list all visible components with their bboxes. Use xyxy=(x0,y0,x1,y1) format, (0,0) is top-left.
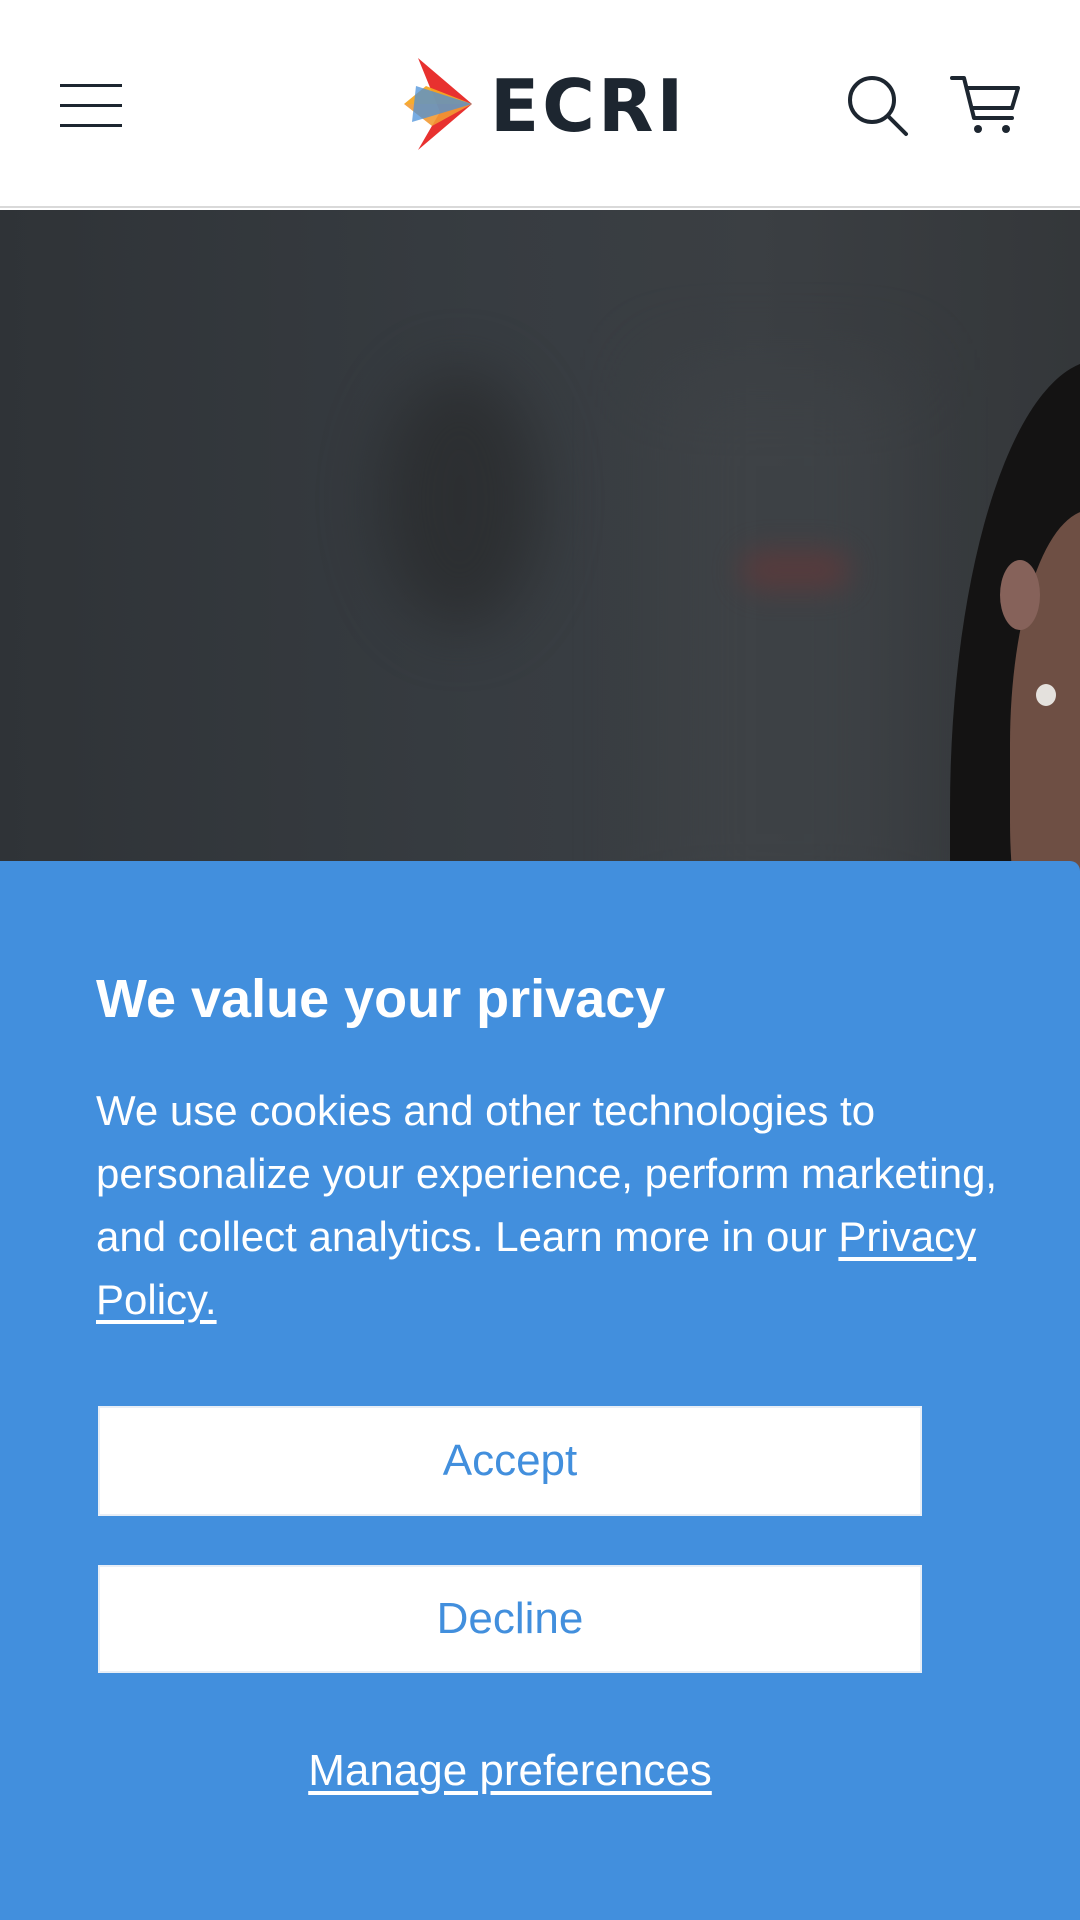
search-icon[interactable] xyxy=(846,74,910,138)
manage-preferences-link[interactable]: Manage preferences xyxy=(0,1741,1020,1801)
ecri-arrow-logo-icon xyxy=(404,58,472,150)
hamburger-menu-icon[interactable] xyxy=(58,82,126,130)
accept-button[interactable]: Accept xyxy=(98,1406,922,1516)
decline-button[interactable]: Decline xyxy=(98,1565,922,1673)
consent-title: We value your privacy xyxy=(96,969,666,1029)
hero-background-blur xyxy=(660,370,900,930)
hero-person-earring xyxy=(1036,684,1056,706)
shopping-cart-icon[interactable] xyxy=(950,74,1022,136)
ecri-logo[interactable]: ECRI xyxy=(402,56,683,152)
hero-person-ear xyxy=(1000,560,1040,630)
consent-body: We use cookies and other technologies to… xyxy=(96,1079,1016,1331)
hero-background-figure xyxy=(380,370,540,630)
logo-text: ECRI xyxy=(490,64,687,148)
cookie-consent-panel: We value your privacy We use cookies and… xyxy=(0,861,1080,1920)
hero-background-object xyxy=(740,550,850,590)
site-header: ECRI xyxy=(0,0,1080,208)
